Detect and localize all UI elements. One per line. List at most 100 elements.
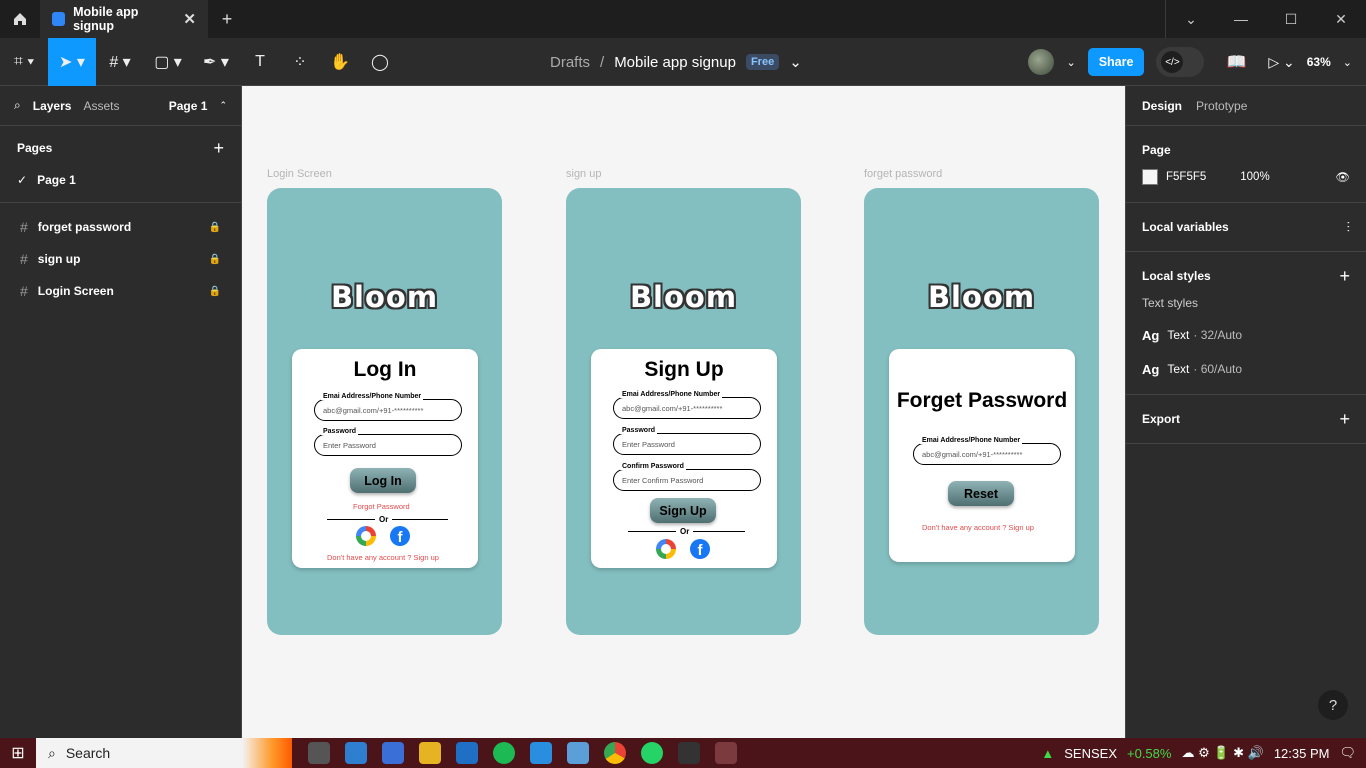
eye-icon[interactable]: 👁 bbox=[1335, 170, 1350, 184]
minimize-icon[interactable]: — bbox=[1216, 0, 1266, 38]
new-tab-button[interactable]: + bbox=[208, 9, 246, 30]
vscode-icon[interactable] bbox=[530, 742, 552, 764]
notification-icon[interactable]: 🗨 bbox=[1339, 745, 1356, 761]
clock[interactable]: 12:35 PM bbox=[1274, 746, 1330, 761]
chevron-down-icon[interactable]: ⌄ bbox=[1343, 56, 1352, 69]
windows-start-icon[interactable]: ⊞ bbox=[0, 743, 36, 763]
home-icon[interactable] bbox=[0, 0, 40, 38]
confirm-password-field[interactable]: Confirm Password Enter Confirm Password bbox=[613, 463, 761, 491]
help-button[interactable]: ? bbox=[1318, 690, 1348, 720]
mail-icon[interactable] bbox=[456, 742, 478, 764]
pen-tool-icon[interactable]: ✒ ▾ bbox=[192, 38, 240, 86]
password-field[interactable]: Password Enter Password bbox=[613, 427, 761, 455]
sliders-icon[interactable]: ⫶ bbox=[1347, 219, 1351, 236]
frame-tool-icon[interactable]: # ▾ bbox=[96, 38, 144, 86]
present-icon[interactable]: ▷ ⌄ bbox=[1268, 54, 1294, 71]
page-item[interactable]: ✓ Page 1 bbox=[0, 164, 241, 196]
dev-mode-toggle[interactable]: </> bbox=[1156, 47, 1205, 77]
edge-icon[interactable] bbox=[345, 742, 367, 764]
spotify-icon[interactable] bbox=[493, 742, 515, 764]
lock-icon[interactable]: 🔒 bbox=[209, 286, 221, 297]
tray-icons[interactable]: ☁ ⚙ 🔋 ✱ 🔊 bbox=[1181, 745, 1263, 761]
frame-label[interactable]: forget password bbox=[864, 168, 942, 180]
figma-active-icon[interactable] bbox=[715, 742, 737, 764]
chevron-up-icon[interactable]: ⌃ bbox=[219, 100, 227, 111]
tab-assets[interactable]: Assets bbox=[83, 99, 119, 113]
add-style-icon[interactable]: + bbox=[1339, 266, 1350, 287]
close-tab-icon[interactable]: ✕ bbox=[183, 10, 196, 28]
email-field[interactable]: Emai Address/Phone Number abc@gmail.com/… bbox=[913, 437, 1061, 465]
bloom-logo: Bloom bbox=[330, 280, 439, 314]
share-button[interactable]: Share bbox=[1087, 48, 1145, 76]
google-icon[interactable] bbox=[356, 526, 376, 546]
store-icon[interactable] bbox=[382, 742, 404, 764]
task-view-icon[interactable] bbox=[308, 742, 330, 764]
lock-icon[interactable]: 🔒 bbox=[209, 254, 221, 265]
file-name[interactable]: Mobile app signup bbox=[614, 54, 736, 71]
whatsapp-icon[interactable] bbox=[641, 742, 663, 764]
chevron-down-icon[interactable]: ⌄ bbox=[1166, 0, 1216, 38]
page-color-value[interactable]: F5F5F5 bbox=[1166, 171, 1206, 183]
move-tool-icon[interactable]: ➤ ▾ bbox=[48, 37, 96, 86]
layer-sign-up[interactable]: # sign up 🔒 bbox=[0, 243, 241, 275]
frame-label[interactable]: sign up bbox=[566, 168, 601, 180]
password-field[interactable]: Password Enter Password bbox=[314, 428, 462, 456]
comment-tool-icon[interactable]: ◯ bbox=[360, 38, 400, 86]
text-style-item[interactable]: Ag Text · 60/Auto bbox=[1142, 352, 1350, 386]
signup-button[interactable]: Sign Up bbox=[650, 498, 716, 523]
library-icon[interactable]: 📖 bbox=[1216, 52, 1256, 72]
maximize-icon[interactable]: ☐ bbox=[1266, 0, 1316, 38]
facebook-icon[interactable]: f bbox=[690, 539, 710, 559]
close-window-icon[interactable]: ✕ bbox=[1316, 0, 1366, 38]
add-export-icon[interactable]: + bbox=[1339, 409, 1350, 430]
main-menu-icon[interactable]: ⌗ ▾ bbox=[0, 38, 48, 86]
page-opacity[interactable]: 100% bbox=[1240, 171, 1269, 183]
chevron-down-icon[interactable]: ⌄ bbox=[789, 53, 802, 71]
signup-frame[interactable]: Bloom Sign Up Emai Address/Phone Number … bbox=[566, 188, 801, 635]
figma-icon[interactable] bbox=[678, 742, 700, 764]
layer-login-screen[interactable]: # Login Screen 🔒 bbox=[0, 275, 241, 307]
local-variables-title[interactable]: Local variables bbox=[1142, 220, 1229, 234]
lock-icon[interactable]: 🔒 bbox=[209, 222, 221, 233]
resources-icon[interactable]: ⁘ bbox=[280, 38, 320, 86]
layer-forget-password[interactable]: # forget password 🔒 bbox=[0, 211, 241, 243]
text-tool-icon[interactable]: T bbox=[240, 38, 280, 86]
hand-tool-icon[interactable]: ✋ bbox=[320, 38, 360, 86]
forgot-password-link[interactable]: Forgot Password bbox=[353, 502, 410, 511]
tab-design[interactable]: Design bbox=[1142, 99, 1182, 113]
remote-desktop-icon[interactable] bbox=[567, 742, 589, 764]
reset-button[interactable]: Reset bbox=[948, 481, 1014, 506]
facebook-icon[interactable]: f bbox=[390, 526, 410, 546]
login-button[interactable]: Log In bbox=[350, 468, 416, 493]
shape-tool-icon[interactable]: ▢ ▾ bbox=[144, 38, 192, 86]
plan-badge: Free bbox=[745, 54, 780, 70]
avatar[interactable] bbox=[1028, 49, 1055, 75]
email-field[interactable]: Emai Address/Phone Number abc@gmail.com/… bbox=[613, 391, 761, 419]
frame-label[interactable]: Login Screen bbox=[267, 168, 332, 180]
forget-password-frame[interactable]: Bloom Forget Password Emai Address/Phone… bbox=[864, 188, 1099, 635]
tab-layers[interactable]: Layers bbox=[33, 99, 72, 113]
page-color-swatch[interactable] bbox=[1142, 169, 1158, 185]
canvas[interactable]: Login Screen Bloom Log In Emai Address/P… bbox=[242, 86, 1125, 738]
login-frame[interactable]: Bloom Log In Emai Address/Phone Number a… bbox=[267, 188, 502, 635]
title-bar: Mobile app signup ✕ + ⌄ — ☐ ✕ bbox=[0, 0, 1366, 38]
stock-ticker[interactable]: SENSEX bbox=[1064, 746, 1117, 761]
tab-prototype[interactable]: Prototype bbox=[1196, 99, 1247, 113]
breadcrumb-drafts[interactable]: Drafts bbox=[550, 54, 590, 71]
email-field[interactable]: Emai Address/Phone Number abc@gmail.com/… bbox=[314, 393, 462, 421]
signup-link[interactable]: Don't have any account ? Sign up bbox=[327, 553, 439, 562]
chevron-down-icon[interactable]: ⌄ bbox=[1066, 56, 1075, 69]
zoom-level[interactable]: 63% bbox=[1307, 55, 1331, 69]
taskbar-search[interactable]: ⌕ Search bbox=[36, 738, 292, 768]
export-title[interactable]: Export bbox=[1142, 412, 1180, 426]
search-icon[interactable]: ⌕ bbox=[14, 98, 21, 113]
page-selector[interactable]: Page 1 bbox=[169, 99, 208, 113]
chrome-icon[interactable] bbox=[604, 742, 626, 764]
login-card: Log In Emai Address/Phone Number abc@gma… bbox=[292, 349, 478, 568]
signup-link[interactable]: Don't have any account ? Sign up bbox=[922, 523, 1034, 532]
add-page-icon[interactable]: + bbox=[213, 138, 224, 159]
file-tab[interactable]: Mobile app signup ✕ bbox=[40, 0, 208, 38]
google-icon[interactable] bbox=[656, 539, 676, 559]
text-style-item[interactable]: Ag Text · 32/Auto bbox=[1142, 318, 1350, 352]
file-explorer-icon[interactable] bbox=[419, 742, 441, 764]
